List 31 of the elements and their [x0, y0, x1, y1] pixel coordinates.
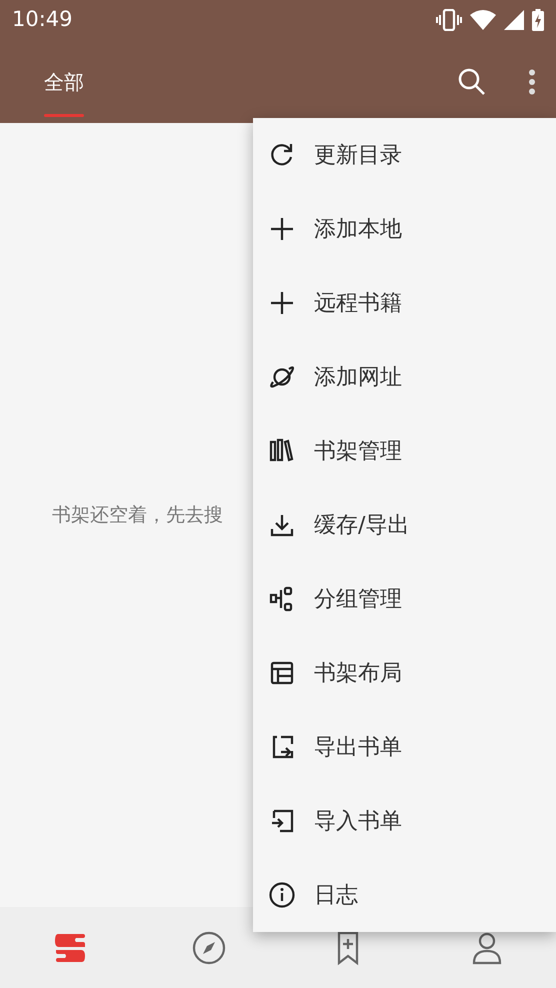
signal-icon	[504, 10, 524, 30]
books-icon	[269, 438, 295, 464]
plus-icon	[269, 216, 295, 242]
menu-item[interactable]: 书架布局	[253, 636, 556, 710]
menu-item[interactable]: 远程书籍	[253, 266, 556, 340]
menu-item[interactable]: 书架管理	[253, 414, 556, 488]
menu-item[interactable]: 分组管理	[253, 562, 556, 636]
plus-icon	[269, 290, 295, 316]
import-icon	[269, 808, 295, 834]
tab[interactable]: 全部	[44, 40, 84, 123]
planet-icon	[269, 364, 295, 390]
refresh-icon	[269, 142, 295, 168]
download-icon	[269, 512, 295, 538]
menu-item[interactable]: 缓存/导出	[253, 488, 556, 562]
wifi-icon	[470, 10, 496, 30]
menu-item[interactable]: 导出书单	[253, 710, 556, 784]
more-icon	[528, 68, 536, 94]
group-icon	[269, 586, 295, 612]
menu-item[interactable]: 添加网址	[253, 340, 556, 414]
info-icon	[269, 882, 295, 908]
battery-icon	[532, 9, 544, 31]
empty-message: 书架还空着，先去搜	[52, 502, 223, 528]
layout-icon	[269, 660, 295, 686]
menu-item[interactable]: 添加本地	[253, 192, 556, 266]
menu-item[interactable]: 日志	[253, 858, 556, 932]
search-icon	[458, 68, 486, 96]
menu-item[interactable]: 更新目录	[253, 118, 556, 192]
status-time: 10:49	[12, 6, 73, 34]
compass-icon	[190, 930, 226, 966]
menu-item[interactable]: 导入书单	[253, 784, 556, 858]
vibrate-icon	[436, 9, 462, 31]
